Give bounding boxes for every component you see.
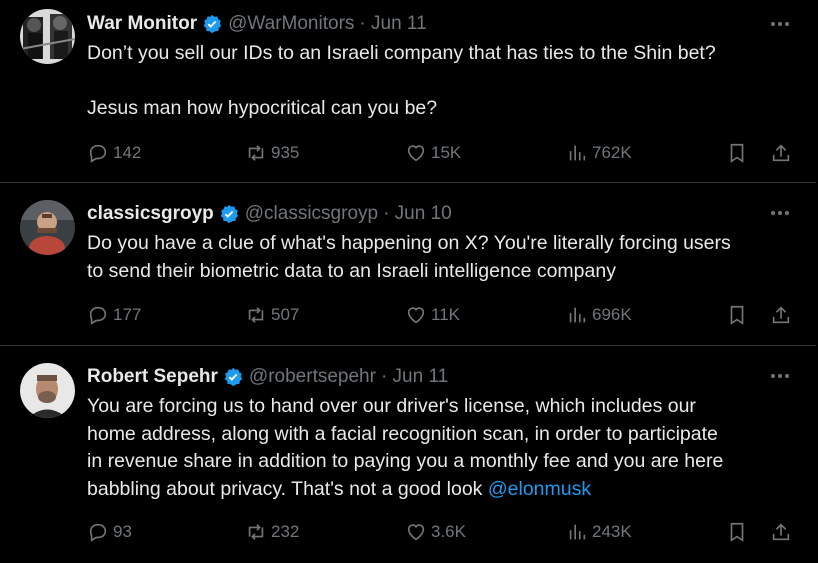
tweet[interactable]: Robert Sepehr @robertsepehr · Jun 11 You…	[0, 346, 816, 563]
tweet-text-fragment: babbling about privacy. That's not a goo…	[87, 477, 483, 500]
tweet-text-line: to send their biometric data to an Israe…	[87, 259, 616, 282]
tweet-header: Robert Sepehr @robertsepehr · Jun 11	[87, 365, 448, 389]
repost-icon	[248, 145, 264, 161]
views-button[interactable]: 243K	[566, 518, 632, 546]
tweet-text-line: Do you have a clue of what's happening o…	[87, 232, 731, 254]
more-icon[interactable]	[768, 203, 792, 223]
share-icon	[772, 306, 790, 324]
views-icon	[569, 524, 586, 540]
reply-icon	[89, 523, 107, 542]
reply-icon	[89, 144, 107, 163]
like-count: 11K	[431, 305, 460, 324]
like-button[interactable]: 11K	[405, 301, 460, 329]
verified-badge-icon	[203, 14, 222, 34]
tweet-actions: 93 232 3.6K 243K	[87, 518, 797, 546]
repost-count: 232	[271, 522, 300, 541]
tweet-text-line: Don’t you sell our IDs to an Israeli com…	[87, 42, 716, 64]
avatar[interactable]	[20, 9, 75, 64]
views-button[interactable]: 696K	[566, 301, 632, 329]
author-handle[interactable]: @WarMonitors	[228, 13, 354, 35]
like-icon	[407, 524, 425, 541]
more-icon[interactable]	[768, 366, 792, 386]
views-button[interactable]: 762K	[566, 139, 632, 167]
author-name[interactable]: Robert Sepehr	[87, 366, 218, 388]
avatar[interactable]	[20, 363, 75, 418]
tweet-text-line: in revenue share in addition to paying y…	[87, 450, 724, 472]
more-icon[interactable]	[768, 14, 792, 34]
repost-icon	[248, 524, 264, 540]
tweet-text-line: You are forcing us to hand over our driv…	[87, 395, 696, 417]
tweet-date[interactable]: · Jun 11	[381, 366, 448, 388]
tweet-feed: War Monitor @WarMonitors · Jun 11 Don’t …	[0, 0, 818, 563]
repost-button[interactable]: 935	[245, 139, 299, 167]
bookmark-icon	[730, 305, 744, 325]
share-button[interactable]	[770, 301, 792, 329]
share-icon	[772, 523, 790, 541]
repost-count: 507	[271, 305, 300, 324]
tweet[interactable]: classicsgroyp @classicsgroyp · Jun 10 Do…	[0, 183, 816, 346]
reply-count: 177	[113, 305, 142, 324]
verified-badge-icon	[224, 367, 243, 387]
author-handle[interactable]: @robertsepehr	[249, 366, 376, 388]
share-icon	[772, 144, 790, 162]
like-button[interactable]: 3.6K	[405, 518, 466, 546]
tweet-date[interactable]: · Jun 11	[359, 13, 426, 35]
author-name[interactable]: classicsgroyp	[87, 203, 214, 225]
tweet-header: War Monitor @WarMonitors · Jun 11	[87, 12, 427, 36]
mention-link[interactable]: @elonmusk	[488, 478, 591, 500]
like-icon	[407, 145, 425, 162]
like-count: 15K	[431, 143, 462, 162]
views-icon	[569, 307, 586, 323]
tweet-header: classicsgroyp @classicsgroyp · Jun 10	[87, 202, 452, 226]
tweet[interactable]: War Monitor @WarMonitors · Jun 11 Don’t …	[0, 0, 816, 183]
like-icon	[407, 307, 425, 324]
tweet-text-line: babbling about privacy. That's not a goo…	[87, 476, 792, 504]
reply-button[interactable]: 93	[87, 518, 132, 546]
reply-icon	[89, 306, 107, 325]
tweet-text: You are forcing us to hand over our driv…	[87, 393, 792, 503]
views-count: 243K	[592, 522, 632, 541]
share-button[interactable]	[770, 139, 792, 167]
bookmark-button[interactable]	[726, 518, 748, 546]
bookmark-icon	[730, 522, 744, 542]
like-button[interactable]: 15K	[405, 139, 461, 167]
views-count: 762K	[592, 143, 632, 162]
tweet-text: Do you have a clue of what's happening o…	[87, 230, 792, 285]
author-handle[interactable]: @classicsgroyp	[245, 203, 378, 225]
repost-icon	[248, 307, 264, 323]
share-button[interactable]	[770, 518, 792, 546]
repost-button[interactable]: 507	[245, 301, 299, 329]
tweet-text-line: home address, along with a facial recogn…	[87, 422, 718, 445]
tweet-text-line: Jesus man how hypocritical can you be?	[87, 96, 438, 119]
views-count: 696K	[592, 305, 632, 324]
tweet-date[interactable]: · Jun 10	[383, 203, 452, 225]
verified-badge-icon	[220, 204, 238, 224]
reply-button[interactable]: 142	[87, 139, 141, 167]
reply-count: 142	[113, 143, 142, 162]
bookmark-button[interactable]	[726, 301, 748, 329]
reply-button[interactable]: 177	[87, 301, 141, 329]
author-name[interactable]: War Monitor	[87, 13, 197, 35]
like-count: 3.6K	[431, 522, 466, 541]
tweet-text: Don’t you sell our IDs to an Israeli com…	[87, 40, 792, 122]
bookmark-button[interactable]	[726, 139, 748, 167]
repost-count: 935	[271, 143, 300, 162]
tweet-actions: 142 935 15K 762K	[87, 139, 797, 167]
repost-button[interactable]: 232	[245, 518, 299, 546]
reply-count: 93	[113, 522, 132, 541]
bookmark-icon	[730, 143, 744, 163]
avatar[interactable]	[20, 200, 75, 255]
views-icon	[569, 145, 586, 161]
tweet-actions: 177 507 11K 696K	[87, 301, 797, 329]
